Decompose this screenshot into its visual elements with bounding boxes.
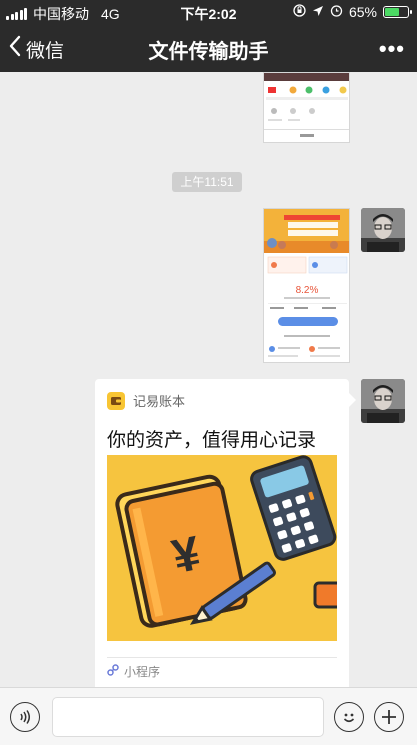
message-input[interactable] xyxy=(52,697,324,737)
plus-icon[interactable] xyxy=(374,702,404,732)
image-message-2[interactable]: 8.2% xyxy=(263,208,350,363)
page-title: 文件传输助手 xyxy=(148,41,269,63)
battery-icon xyxy=(383,6,412,18)
orientation-lock-icon xyxy=(293,4,306,20)
mini-program-header: 记易账本 xyxy=(107,391,185,410)
image-message-1[interactable] xyxy=(263,72,350,143)
avatar[interactable] xyxy=(361,208,405,252)
wallet-icon xyxy=(107,391,125,410)
battery-label: 65% xyxy=(348,4,377,20)
mini-program-link-icon xyxy=(107,664,119,679)
input-bar xyxy=(0,687,417,745)
mini-program-card[interactable]: 记易账本 你的资产，值得用心记录 ¥ 小程序 xyxy=(95,379,356,687)
timestamp-pill: 上午11:51 xyxy=(172,172,242,192)
ellipsis-icon[interactable]: ••• xyxy=(379,36,405,62)
chat-area[interactable]: 上午11:51 8.2% 记易账本 你的资产，值得用心记录 ¥ 小程序 xyxy=(0,72,417,687)
status-bar: 中国移动 4G 下午2:02 65% xyxy=(0,0,417,24)
mini-program-name: 记易账本 xyxy=(133,394,186,409)
mini-program-footer: 小程序 xyxy=(107,663,160,680)
voice-icon[interactable] xyxy=(10,702,40,732)
mini-program-cover-image: ¥ xyxy=(107,455,337,641)
mini-program-footer-label: 小程序 xyxy=(124,665,161,679)
nav-bar: 微信 文件传输助手 ••• xyxy=(0,24,417,72)
svg-text:8.2%: 8.2% xyxy=(296,285,319,296)
alarm-icon xyxy=(330,4,343,20)
location-icon xyxy=(312,4,324,20)
avatar[interactable] xyxy=(361,379,405,423)
top-bar: 中国移动 4G 下午2:02 65% 微信 文件传输助手 ••• xyxy=(0,0,417,72)
emoji-icon[interactable] xyxy=(334,702,364,732)
card-divider xyxy=(107,657,337,658)
mini-program-description: 你的资产，值得用心记录 xyxy=(107,430,317,451)
